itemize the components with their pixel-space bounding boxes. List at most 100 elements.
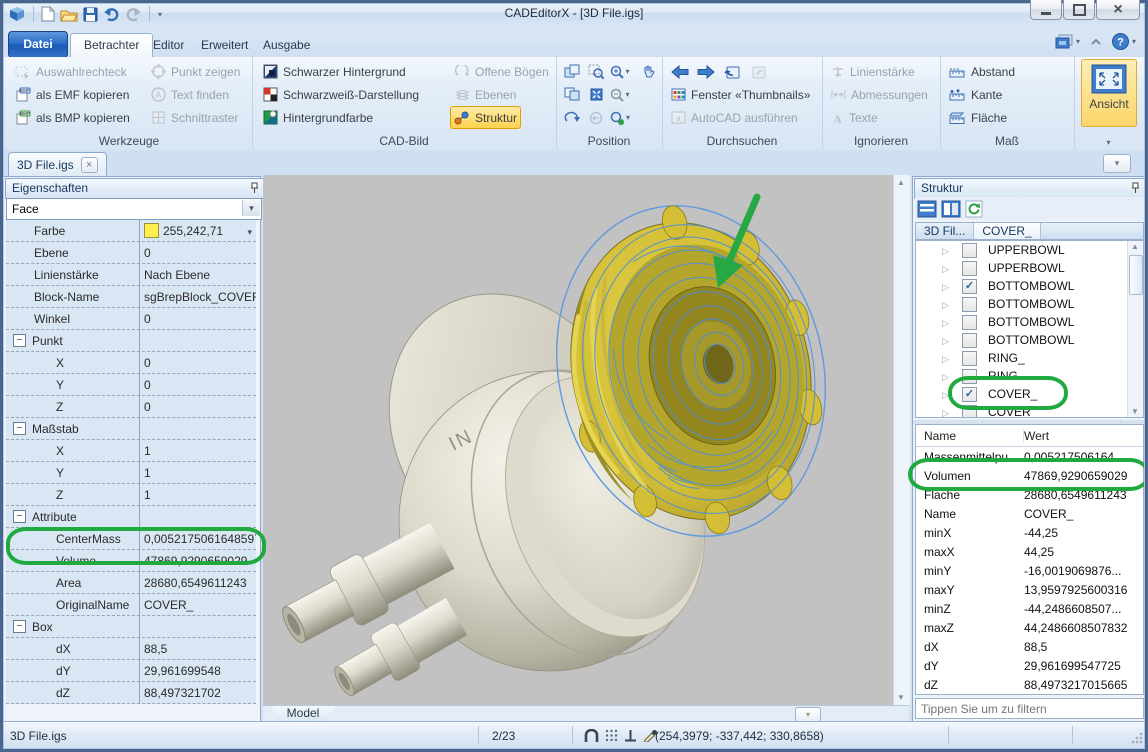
ansicht-dropdown-icon[interactable]: ▾ [1074, 134, 1142, 148]
scrollbar-thumb[interactable] [1129, 255, 1143, 295]
dropdown-arrow-icon[interactable] [247, 224, 252, 238]
zoom-window-icon[interactable] [584, 61, 608, 82]
tree-item[interactable]: COVER [916, 403, 1143, 418]
property-row[interactable]: Block-NamesgBrepBlock_COVER__ [6, 286, 256, 308]
grid-snap-icon[interactable] [605, 729, 618, 742]
details-row[interactable]: maxX44,25 [916, 542, 1143, 561]
struktur-button[interactable]: Struktur [450, 106, 521, 129]
rotate-view-icon[interactable] [560, 61, 584, 82]
pan-hand-icon[interactable] [636, 61, 660, 82]
auswahlrechteck-button[interactable]: Auswahlrechteck [12, 61, 130, 82]
document-close-icon[interactable] [81, 157, 98, 173]
filter-input[interactable] [915, 698, 1144, 719]
collapse-icon[interactable] [13, 510, 26, 523]
details-row[interactable]: Massenmittelpu...0,005217506164... [916, 447, 1143, 466]
tree-item[interactable]: UPPERBOWL [916, 241, 1143, 259]
rotate-35-icon[interactable] [560, 107, 584, 128]
visibility-checkbox[interactable] [962, 387, 977, 402]
ansicht-button[interactable]: Ansicht [1081, 59, 1137, 127]
details-row[interactable]: NameCOVER_ [916, 504, 1143, 523]
zoom-selected-icon[interactable]: ▾ [608, 107, 632, 128]
expand-icon[interactable] [942, 297, 954, 311]
details-row[interactable]: maxZ44,2486608507832 [916, 618, 1143, 637]
help-icon[interactable]: ? ▾ [1112, 33, 1136, 50]
scroll-up-icon[interactable]: ▲ [897, 178, 905, 187]
zoom-in-icon[interactable]: ▾ [608, 61, 632, 82]
tree-item[interactable]: RING_ [916, 349, 1143, 367]
property-row[interactable]: X0 [6, 352, 256, 374]
expand-icon[interactable] [942, 261, 954, 275]
schnittraster-button[interactable]: Schnittraster [148, 107, 241, 128]
punkt-zeigen-button[interactable]: Punkt zeigen [148, 61, 243, 82]
visibility-checkbox[interactable] [962, 297, 977, 312]
property-row[interactable]: Box [6, 616, 256, 638]
property-row[interactable]: Attribute [6, 506, 256, 528]
export-view-2-icon[interactable] [746, 61, 770, 82]
texte-button[interactable]: A Texte [828, 107, 881, 128]
linienstaerke-button[interactable]: Linienstärke [828, 61, 918, 82]
viewport-vscrollbar[interactable]: ▲ ▼ [893, 175, 910, 705]
copy-view-icon[interactable] [560, 84, 584, 105]
property-row[interactable]: LinienstärkeNach Ebene [6, 264, 256, 286]
forward-icon[interactable] [694, 61, 718, 82]
property-row[interactable]: OriginalNameCOVER_ [6, 594, 256, 616]
details-row[interactable]: minZ-44,2486608507... [916, 599, 1143, 618]
flaeche-button[interactable]: Fläche [946, 107, 1010, 128]
restore-button[interactable] [1063, 0, 1095, 20]
tree-item[interactable]: UPPERBOWL [916, 259, 1143, 277]
tab-list-chevron-icon[interactable] [1103, 154, 1131, 173]
property-row[interactable]: dZ88,497321702 [6, 682, 256, 704]
visibility-checkbox[interactable] [962, 315, 977, 330]
tree-item[interactable]: COVER_ [916, 385, 1143, 403]
details-row[interactable]: dX88,5 [916, 637, 1143, 656]
details-row[interactable]: maxY13,9597925600316 [916, 580, 1143, 599]
property-row[interactable]: Farbe255,242,71 [6, 220, 256, 242]
schwarzer-hintergrund-button[interactable]: Schwarzer Hintergrund [260, 61, 409, 82]
property-row[interactable]: Z0 [6, 396, 256, 418]
abmessungen-button[interactable]: Abmessungen [828, 84, 931, 105]
fit-view-icon[interactable] [584, 84, 608, 105]
autocad-button[interactable]: a AutoCAD ausführen [668, 107, 801, 128]
layout-columns-icon[interactable] [941, 200, 961, 218]
scroll-down-icon[interactable]: ▼ [897, 693, 905, 702]
property-row[interactable]: Ebene0 [6, 242, 256, 264]
expand-icon[interactable] [942, 243, 954, 257]
visibility-checkbox[interactable] [962, 351, 977, 366]
tree-item[interactable]: BOTTOMBOWL [916, 277, 1143, 295]
viewport-3d[interactable]: IN [263, 175, 893, 705]
copy-as-emf-button[interactable]: EMF als EMF kopieren [12, 84, 132, 105]
copy-as-bmp-button[interactable]: BMP als BMP kopieren [12, 107, 133, 128]
spline-snap-icon[interactable] [584, 729, 599, 743]
tree-item[interactable]: BOTTOMBOWL [916, 295, 1143, 313]
schwarzweiss-button[interactable]: Schwarzweiß-Darstellung [260, 84, 422, 105]
document-tab[interactable]: 3D File.igs [8, 152, 107, 176]
visibility-checkbox[interactable] [962, 333, 977, 348]
offene-boegen-button[interactable]: Offene Bögen [452, 61, 552, 82]
abstand-button[interactable]: Abstand [946, 61, 1018, 82]
pin-icon[interactable] [1131, 182, 1140, 194]
previous-view-icon[interactable] [584, 107, 608, 128]
expand-icon[interactable] [942, 279, 954, 293]
visibility-checkbox[interactable] [962, 261, 977, 276]
expand-icon[interactable] [942, 405, 954, 418]
details-row[interactable]: dY29,961699547725 [916, 656, 1143, 675]
tree-item[interactable]: BOTTOMBOWL [916, 331, 1143, 349]
close-button[interactable] [1096, 0, 1140, 20]
text-finden-button[interactable]: A Text finden [148, 84, 232, 105]
ebenen-button[interactable]: Ebenen [452, 84, 519, 105]
export-view-icon[interactable] [720, 61, 744, 82]
details-row[interactable]: Volumen47869,9290659029 [916, 466, 1143, 485]
layout-rows-icon[interactable] [917, 200, 937, 218]
structure-tab-cover[interactable]: COVER_ [974, 223, 1040, 239]
property-row[interactable]: Z1 [6, 484, 256, 506]
details-row[interactable]: Flache28680,6549611243 [916, 485, 1143, 504]
visibility-checkbox[interactable] [962, 369, 977, 384]
structure-tab-file[interactable]: 3D Fil... [916, 223, 974, 239]
property-row[interactable]: X1 [6, 440, 256, 462]
visibility-checkbox[interactable] [962, 243, 977, 258]
tree-item[interactable]: BOTTOMBOWL [916, 313, 1143, 331]
details-row[interactable]: minY-16,0019069876... [916, 561, 1143, 580]
collapse-icon[interactable] [13, 334, 26, 347]
column-header-wert[interactable]: Wert [1024, 429, 1143, 443]
collapse-ribbon-icon[interactable] [1090, 38, 1102, 46]
